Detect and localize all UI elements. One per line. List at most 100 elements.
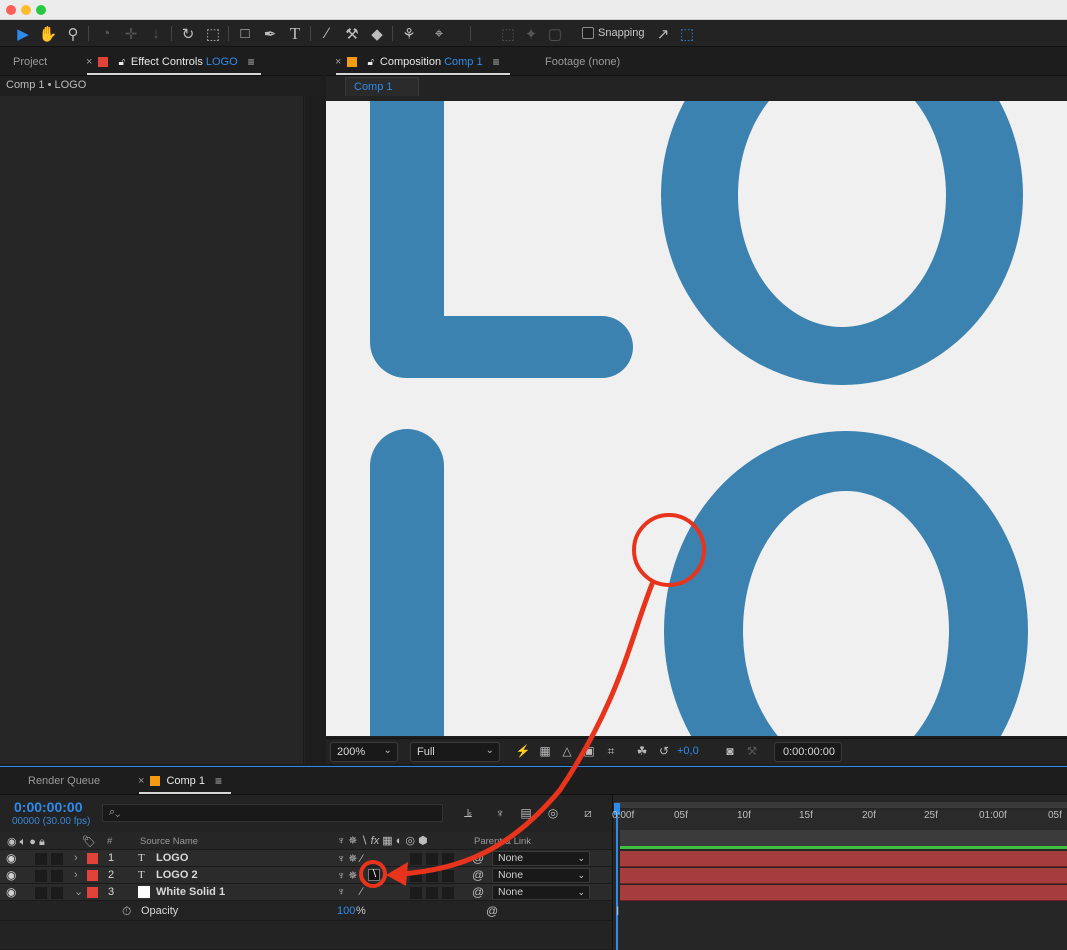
rectangle-tool-icon[interactable]: □ [234, 23, 256, 44]
transparency-grid-icon[interactable]: ▦ [537, 743, 553, 759]
hand-tool-icon[interactable]: ✋ [37, 23, 59, 44]
property-name: Opacity [141, 905, 179, 917]
parent-dropdown[interactable]: None ⌄ [492, 868, 590, 883]
layer-duration-bar[interactable] [620, 868, 1067, 884]
layer-duration-bar[interactable] [620, 851, 1067, 867]
opacity-value[interactable]: 100 [337, 905, 355, 917]
pick-whip-icon[interactable]: @ [472, 851, 484, 865]
scrollbar[interactable] [305, 96, 322, 764]
tab-project[interactable]: Project [13, 48, 47, 76]
parent-dropdown[interactable]: None ⌄ [492, 851, 590, 866]
reset-exposure-icon[interactable]: ↺ [656, 743, 672, 759]
comp-subtab[interactable]: Comp 1 [345, 77, 419, 96]
snapping-checkbox[interactable] [582, 27, 594, 39]
frame-blending-icon[interactable]: ▤ [518, 805, 534, 821]
composition-viewer[interactable] [326, 101, 1067, 736]
graph-editor-icon[interactable]: ⧄ [580, 805, 596, 821]
work-area-bar[interactable] [614, 802, 1067, 808]
snap-edges-icon[interactable]: ↗ [652, 23, 674, 44]
channels-icon[interactable]: ☘ [634, 743, 650, 759]
zoom-tool-icon[interactable]: ⚲ [62, 23, 84, 44]
world-axis-icon[interactable]: ✦ [520, 23, 542, 44]
close-tab-icon[interactable]: × [335, 56, 341, 68]
comp-mini-flowchart-icon[interactable]: ⫡ [460, 805, 476, 821]
current-time-field[interactable]: 0:00:00:00 [774, 742, 842, 762]
magnification-dropdown[interactable]: 200% ⌄ [330, 742, 398, 762]
pick-whip-icon[interactable]: @ [472, 868, 484, 882]
pan-behind-tool-icon[interactable]: ✛ [120, 23, 142, 44]
eye-icon[interactable]: ◉ [6, 851, 16, 865]
panel-menu-icon[interactable]: ≡ [215, 774, 222, 788]
exposure-value[interactable]: +0,0 [677, 745, 699, 757]
quality-switch-icon[interactable]: ∖ [368, 869, 380, 881]
pen-tool-icon[interactable]: ✒ [259, 23, 281, 44]
orbit-tool-icon[interactable]: ◔ [95, 23, 117, 44]
layer-duration-bar[interactable] [620, 885, 1067, 901]
close-tab-icon[interactable]: × [86, 56, 92, 68]
panel-menu-icon[interactable]: ≡ [248, 55, 255, 69]
type-tool-icon[interactable]: T [284, 23, 306, 44]
layer-row[interactable]: ◉ › 2 T LOGO 2 ♆ ✵ ∖ @ None ⌄ [0, 867, 612, 884]
tab-effect-controls[interactable]: × 🔓︎ Effect Controls LOGO ≡ [86, 48, 255, 76]
pick-whip-icon[interactable]: @ [472, 885, 484, 899]
mask-visibility-icon[interactable]: △ [559, 743, 575, 759]
layer-search-input[interactable]: ⌕⌄ [102, 804, 443, 822]
lock-icon[interactable]: 🔓︎ [367, 57, 373, 68]
expand-arrow-icon[interactable]: › [74, 869, 78, 881]
resolution-dropdown[interactable]: Full ⌄ [410, 742, 500, 762]
grid-guides-icon[interactable]: ⌗ [603, 743, 619, 759]
logo-letter-l-bottom [370, 429, 444, 736]
current-time-indicator[interactable] [612, 803, 620, 950]
close-window-button[interactable] [6, 5, 16, 15]
close-tab-icon[interactable]: × [138, 775, 144, 787]
tab-timeline-comp[interactable]: × Comp 1 ≡ [138, 767, 222, 795]
shy-layers-icon[interactable]: ♆ [492, 805, 508, 821]
motion-blur-icon[interactable]: ◎ [545, 805, 561, 821]
panel-menu-icon[interactable]: ≡ [493, 55, 500, 69]
local-axis-icon[interactable]: ⬚ [497, 23, 519, 44]
pick-whip-icon[interactable]: @ [486, 904, 498, 918]
fast-previews-icon[interactable]: ⚡ [515, 743, 531, 759]
lock-icon[interactable]: 🔓︎ [118, 57, 124, 68]
label-color-swatch[interactable] [87, 887, 98, 898]
number-column-header[interactable]: # [107, 836, 112, 847]
tab-composition[interactable]: × 🔓︎ Composition Comp 1 ≡ [335, 48, 500, 76]
source-name-column-header[interactable]: Source Name [140, 836, 198, 847]
minimize-window-button[interactable] [21, 5, 31, 15]
dolly-tool-icon[interactable]: ↓ [145, 23, 167, 44]
ruler-label: 05f [1048, 810, 1062, 821]
brush-tool-icon[interactable]: ∕ [316, 23, 338, 44]
stopwatch-icon[interactable]: ⏱︎ [122, 904, 131, 919]
parent-dropdown[interactable]: None ⌄ [492, 885, 590, 900]
eye-icon[interactable]: ◉ [6, 868, 16, 882]
current-time-display[interactable]: 0:00:00:00 [14, 799, 83, 815]
eye-icon[interactable]: ◉ [6, 885, 16, 899]
layer-row[interactable]: ◉ › 1 T LOGO ♆ ✵ ∕ @ None ⌄ [0, 850, 612, 867]
roto-brush-tool-icon[interactable]: ⚘ [398, 23, 420, 44]
expand-arrow-icon[interactable]: › [74, 852, 78, 864]
collapse-arrow-icon[interactable]: ⌄ [74, 885, 83, 898]
tab-render-queue[interactable]: Render Queue [28, 767, 100, 795]
anchor-point-tool-icon[interactable]: ⬚ [202, 23, 224, 44]
view-axis-icon[interactable]: ▢ [544, 23, 566, 44]
snap-features-icon[interactable]: ⬚ [676, 23, 698, 44]
rotation-tool-icon[interactable]: ↻ [177, 23, 199, 44]
puppet-pin-tool-icon[interactable]: ⌖ [428, 23, 450, 44]
label-color-swatch[interactable] [87, 853, 98, 864]
layer-columns-header: ◉ 🔈︎ ● 🔒︎ 🏷︎ # Source Name ♆ ✵ ∖ fx ▦ ◐ … [0, 832, 612, 850]
zoom-window-button[interactable] [36, 5, 46, 15]
tab-footage[interactable]: Footage (none) [545, 48, 620, 76]
clone-stamp-tool-icon[interactable]: ⚒ [341, 23, 363, 44]
label-color-swatch[interactable] [87, 870, 98, 881]
parent-link-column-header[interactable]: Parent & Link [474, 836, 531, 847]
region-of-interest-icon[interactable]: ▣ [581, 743, 597, 759]
eraser-tool-icon[interactable]: ◆ [366, 23, 388, 44]
show-snapshot-icon[interactable]: ⚒ [744, 743, 760, 759]
timeline-panel: Render Queue × Comp 1 ≡ 0:00:00:00 00000… [0, 766, 1067, 950]
layer-row[interactable]: ◉ ⌄ 3 White Solid 1 ♆ ∕ @ None ⌄ [0, 884, 612, 901]
snapping-toggle[interactable]: Snapping [582, 27, 645, 39]
snapshot-camera-icon[interactable]: ◙ [722, 743, 738, 759]
selection-tool-icon[interactable]: ▶ [12, 23, 34, 44]
ruler-label: 01:00f [979, 810, 1007, 821]
property-row-opacity[interactable]: ⏱︎ Opacity 100 % @ [0, 901, 612, 921]
